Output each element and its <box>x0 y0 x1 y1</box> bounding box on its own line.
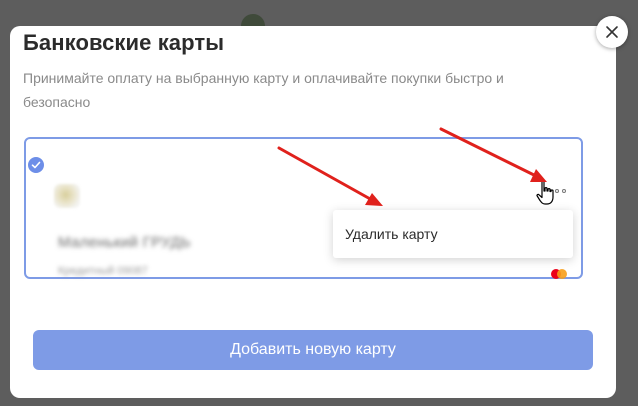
mastercard-icon <box>551 269 567 279</box>
hand-pointer-icon <box>536 180 554 205</box>
selected-badge <box>27 156 45 174</box>
bank-logo-icon <box>54 184 80 208</box>
modal-title: Банковские карты <box>23 30 225 55</box>
more-dots-icon <box>562 189 566 193</box>
check-icon <box>31 161 41 169</box>
close-button[interactable] <box>596 16 628 48</box>
card-number: Кредитный 09087 <box>58 265 148 277</box>
card-context-menu: Удалить карту <box>333 210 573 258</box>
close-icon <box>606 26 618 38</box>
delete-card-menu-item[interactable]: Удалить карту <box>345 226 438 242</box>
card-holder-name: Маленький ГРУДЬ <box>58 234 191 251</box>
add-card-button[interactable]: Добавить новую карту <box>33 330 593 370</box>
modal-subtitle: Принимайте оплату на выбранную карту и о… <box>23 70 504 110</box>
